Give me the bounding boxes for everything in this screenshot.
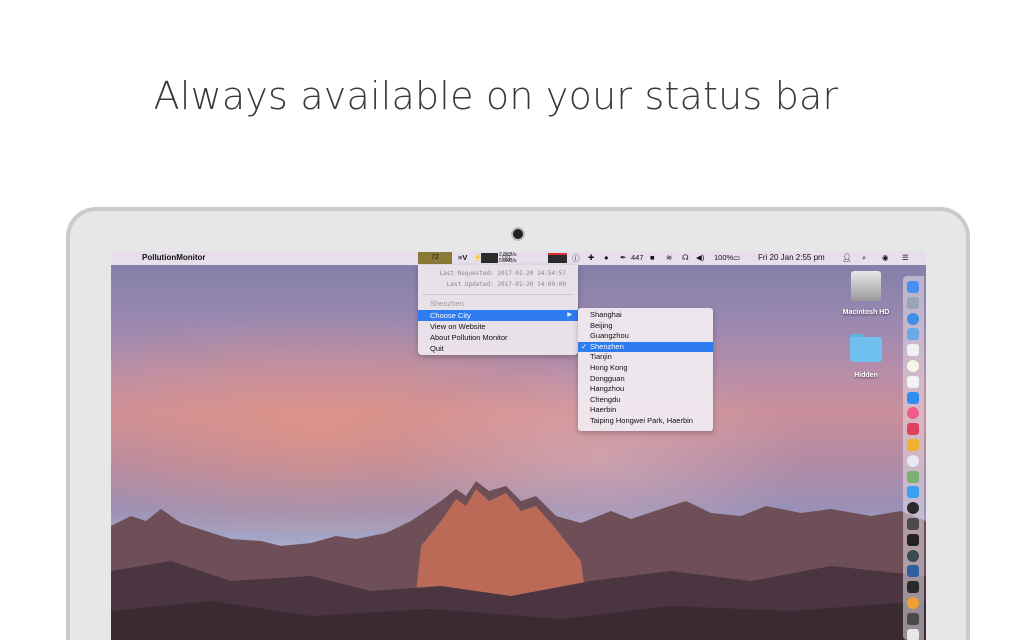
folder-label[interactable]: Hidden xyxy=(826,372,906,379)
tickets-icon[interactable] xyxy=(907,628,919,640)
city-label: Dongguan xyxy=(590,373,625,383)
screen: PollutionMonitor 72 ≡V ⚡ ▯▯ 2.8KB/s 5.5K… xyxy=(111,251,926,640)
current-city-label: Shenzhen xyxy=(430,299,464,308)
info-icon[interactable]: ⓘ xyxy=(572,253,580,264)
city-label: Shanghai xyxy=(590,310,622,319)
camera-icon xyxy=(513,229,523,239)
calendar-icon[interactable] xyxy=(907,344,919,357)
menu-bar: PollutionMonitor 72 ≡V ⚡ ▯▯ 2.8KB/s 5.5K… xyxy=(111,251,926,265)
user-icon[interactable]: 👤︎ xyxy=(842,253,852,262)
siri-icon[interactable]: ◉ xyxy=(882,253,889,262)
city-item[interactable]: Taiping Hongwei Park, Haerbin xyxy=(578,416,713,427)
headphones-icon[interactable]: ☊ xyxy=(682,253,689,262)
mail-icon[interactable] xyxy=(907,328,919,341)
net-down: 5.5KB/s xyxy=(499,258,517,264)
choose-city-label: Choose City xyxy=(430,311,471,320)
notes-icon[interactable] xyxy=(907,360,919,372)
city-item[interactable]: Guangzhou xyxy=(578,331,713,342)
about-item[interactable]: About Pollution Monitor xyxy=(418,332,578,343)
choose-city-item[interactable]: Choose City ▶ xyxy=(418,310,578,321)
city-label: Beijing xyxy=(590,320,613,330)
hard-drive-label[interactable]: Macintosh HD xyxy=(826,309,906,316)
city-item[interactable]: Haerbin xyxy=(578,405,713,416)
spotlight-search-icon[interactable]: ⌕ xyxy=(862,253,866,263)
last-requested: Last Requested: 2017-01-20 14:54:57 xyxy=(439,270,566,277)
network-speed[interactable]: 2.8KB/s 5.5KB/s xyxy=(499,252,517,264)
pocket-icon[interactable] xyxy=(907,423,919,436)
battery-icon[interactable]: ▭ xyxy=(733,253,740,262)
city-item[interactable]: Beijing xyxy=(578,321,713,332)
camera-icon[interactable] xyxy=(907,518,919,530)
activity-icon[interactable] xyxy=(907,549,919,562)
photos-icon[interactable] xyxy=(907,439,919,451)
view-website-item[interactable]: View on Website xyxy=(418,321,578,332)
battery-percent[interactable]: 100% xyxy=(714,253,733,262)
clock[interactable]: Fri 20 Jan 2:55 pm xyxy=(758,253,825,262)
city-label: Chengdu xyxy=(590,394,621,404)
preview-icon[interactable] xyxy=(907,454,919,467)
city-label: Tianjin xyxy=(590,352,612,362)
city-item[interactable]: Tianjin xyxy=(578,352,713,363)
city-label: Hong Kong xyxy=(590,363,628,372)
last-updated: Last Updated: 2017-01-20 14:00:00 xyxy=(446,281,566,288)
cpu-graph-icon[interactable] xyxy=(481,253,498,263)
terminal-icon[interactable] xyxy=(907,533,919,546)
network-icon[interactable] xyxy=(907,565,919,578)
messages-icon[interactable] xyxy=(907,486,919,499)
vpn-icon[interactable]: ≡V xyxy=(458,253,467,262)
city-submenu: Shanghai Beijing Guangzhou ✓ Shenzhen Tianjin… xyxy=(578,308,713,431)
pollution-monitor-menu: Last Requested: 2017-01-20 14:54:57 Last… xyxy=(418,265,578,355)
plus-icon[interactable]: ✚ xyxy=(588,253,594,262)
notification-center-icon[interactable]: ☰ xyxy=(902,253,909,262)
chrome-icon[interactable] xyxy=(907,612,919,625)
finder-icon[interactable] xyxy=(907,281,919,293)
city-label: Haerbin xyxy=(590,405,617,415)
app-store-icon[interactable] xyxy=(907,391,919,404)
tes-icon[interactable] xyxy=(907,581,919,594)
mountain-wallpaper xyxy=(111,481,926,640)
pen-icon[interactable]: ✒ xyxy=(620,253,626,262)
city-item[interactable]: Hong Kong xyxy=(578,363,713,374)
hard-drive-icon[interactable] xyxy=(851,271,881,301)
app-menu-title[interactable]: PollutionMonitor xyxy=(142,253,206,262)
city-label: Guangzhou xyxy=(590,331,629,341)
wifi-icon[interactable]: ≋ xyxy=(666,253,672,262)
launchpad-icon[interactable] xyxy=(907,296,919,309)
aqi-status-item[interactable]: 72 xyxy=(418,252,452,264)
counter-badge[interactable]: 447 xyxy=(631,253,644,262)
city-label: Taiping Hongwei Park, Haerbin xyxy=(590,416,693,425)
checkmark-icon: ✓ xyxy=(581,341,588,351)
bolt-circle-icon[interactable]: ● xyxy=(604,253,609,262)
safari-icon[interactable] xyxy=(907,312,919,325)
butterfly-icon[interactable] xyxy=(907,597,919,609)
city-label: Hangzhou xyxy=(590,384,625,394)
folder-icon[interactable] xyxy=(850,337,882,362)
network-graph-icon[interactable] xyxy=(548,253,567,263)
quit-item[interactable]: Quit xyxy=(418,343,578,354)
city-item[interactable]: Hangzhou xyxy=(578,384,713,395)
city-item[interactable]: Chengdu xyxy=(578,395,713,406)
menu-divider xyxy=(422,294,574,295)
maps-icon[interactable] xyxy=(907,470,919,483)
submenu-arrow-icon: ▶ xyxy=(567,312,572,318)
city-label: Shenzhen xyxy=(590,341,624,351)
city-item[interactable]: ✓ Shenzhen xyxy=(578,341,713,353)
city-item[interactable]: Dongguan xyxy=(578,374,713,385)
record-icon[interactable]: ■ xyxy=(650,253,655,262)
reminders-icon[interactable] xyxy=(907,375,919,388)
city-item[interactable]: Shanghai xyxy=(578,310,713,321)
headline: Always available on your status bar xyxy=(153,74,839,118)
volume-icon[interactable]: ◀) xyxy=(696,253,704,262)
